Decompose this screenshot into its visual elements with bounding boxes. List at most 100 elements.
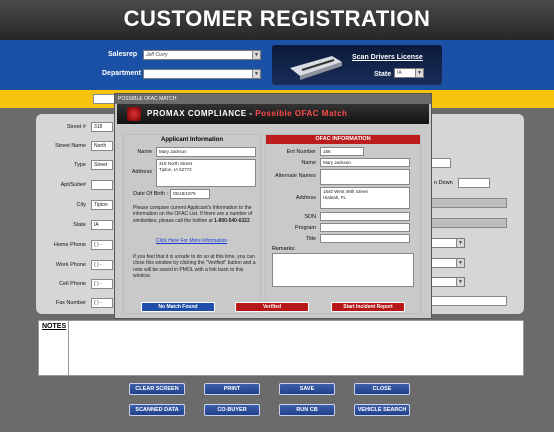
fax-label: Fax Number bbox=[55, 300, 86, 306]
alternate-names-label: Alternate Names bbox=[275, 173, 316, 179]
dialog-title-main: PROMAX COMPLIANCE - bbox=[147, 109, 256, 118]
ofac-address-label: Address bbox=[295, 195, 316, 201]
yellow-field[interactable] bbox=[93, 94, 115, 104]
chevron-down-icon: ▼ bbox=[456, 259, 464, 267]
notes-area[interactable] bbox=[38, 320, 524, 376]
chevron-down-icon: ▼ bbox=[456, 239, 464, 247]
right-select-2[interactable]: ▼ bbox=[431, 258, 465, 268]
street-name-label: Street Name bbox=[55, 143, 86, 149]
save-button[interactable]: SAVE bbox=[279, 383, 335, 395]
department-select[interactable]: ▼ bbox=[143, 69, 261, 79]
work-phone-label: Work Phone bbox=[55, 262, 86, 268]
scanner-panel bbox=[272, 45, 442, 85]
state-label: State bbox=[374, 71, 392, 78]
notes-label: NOTES bbox=[42, 323, 67, 330]
page-title: CUSTOMER REGISTRATION bbox=[123, 6, 431, 31]
scan-drivers-license-link[interactable]: Scan Drivers License bbox=[352, 54, 423, 61]
hotline-number: 1-800-540-6322 bbox=[214, 217, 250, 224]
type-field[interactable]: Street bbox=[91, 160, 113, 170]
state-value-top: IA bbox=[397, 70, 402, 76]
dialog-header: PROMAX COMPLIANCE - Possible OFAC Match bbox=[117, 104, 429, 124]
down-field[interactable] bbox=[458, 178, 490, 188]
right-field-1[interactable] bbox=[431, 158, 451, 168]
ofac-name-label: Name bbox=[301, 160, 316, 166]
salesrep-value: Jeff Curry bbox=[146, 52, 168, 58]
cell-phone-field[interactable]: ( ) - bbox=[91, 279, 113, 289]
program-field[interactable] bbox=[320, 223, 410, 232]
applicant-address-label: Address bbox=[131, 169, 152, 175]
state-field[interactable]: IA bbox=[91, 220, 113, 230]
vehicle-search-button[interactable]: VEHICLE SEARCH bbox=[354, 404, 410, 416]
fax-field[interactable]: ( ) - bbox=[91, 298, 113, 308]
title-field[interactable] bbox=[320, 234, 410, 243]
applicant-section: Applicant Information Name Mary Jackson … bbox=[123, 134, 261, 314]
street-name-field[interactable]: North bbox=[91, 141, 113, 151]
remarks-field[interactable] bbox=[272, 253, 414, 287]
state-label: State bbox=[73, 222, 86, 228]
alternate-names-field[interactable] bbox=[320, 169, 410, 185]
chevron-down-icon: ▼ bbox=[456, 278, 464, 286]
down-label: n Down bbox=[434, 180, 453, 186]
applicant-name-field[interactable]: Mary Jackson bbox=[156, 147, 256, 157]
notes-divider bbox=[68, 320, 69, 376]
chevron-down-icon: ▼ bbox=[252, 51, 260, 59]
scanner-icon bbox=[290, 56, 342, 80]
home-phone-field[interactable]: ( ) - bbox=[91, 240, 113, 250]
right-field-2[interactable] bbox=[431, 198, 507, 208]
applicant-address-field[interactable]: 318 North Street Tipton, IA 52772 bbox=[156, 159, 256, 187]
type-label: Type bbox=[74, 162, 86, 168]
dob-label: Date Of Birth : bbox=[133, 191, 168, 197]
apt-field[interactable] bbox=[91, 180, 113, 190]
street-number-field[interactable]: 318 bbox=[91, 122, 113, 132]
ofac-address-line2: Hialeah, FL bbox=[323, 195, 347, 200]
chevron-down-icon: ▼ bbox=[415, 69, 423, 77]
ofac-name-field[interactable]: Mary Jackson bbox=[320, 158, 410, 167]
dob-field[interactable]: 05/18/1979 bbox=[170, 189, 210, 199]
cell-phone-label: Cell Phone bbox=[59, 281, 86, 287]
title-label: Title bbox=[305, 236, 316, 242]
sdn-label: SDN bbox=[304, 214, 316, 220]
sdn-field[interactable] bbox=[320, 212, 410, 221]
run-cb-button[interactable]: RUN CB bbox=[279, 404, 335, 416]
ofac-heading: OFAC INFORMATION bbox=[266, 135, 420, 144]
state-select-top[interactable]: IA ▼ bbox=[394, 68, 424, 78]
applicant-name-label: Name bbox=[137, 149, 152, 155]
scanned-data-button[interactable]: SCANNED DATA bbox=[129, 404, 185, 416]
salesrep-label: Salesrep bbox=[108, 51, 138, 58]
dialog-titlebar[interactable]: POSSIBLE OFAC MATCH bbox=[115, 94, 431, 104]
salesrep-select[interactable]: Jeff Curry ▼ bbox=[143, 50, 261, 60]
right-field-4[interactable] bbox=[431, 296, 507, 306]
no-match-button[interactable]: No Match Found bbox=[141, 302, 215, 312]
ent-number-label: Ent Number bbox=[286, 149, 316, 155]
dialog-title-warning: Possible OFAC Match bbox=[255, 109, 348, 118]
verified-button[interactable]: Verified bbox=[235, 302, 309, 312]
ofac-section: OFAC INFORMATION Ent Number 166 Name Mar… bbox=[265, 134, 421, 314]
street-number-label: Street # bbox=[66, 124, 86, 130]
ofac-address-field[interactable]: 1640 West 49th Street Hialeah, FL bbox=[320, 187, 410, 209]
right-select-1[interactable]: ▼ bbox=[431, 238, 465, 248]
right-select-3[interactable]: ▼ bbox=[431, 277, 465, 287]
ent-number-field[interactable]: 166 bbox=[320, 147, 364, 156]
close-button[interactable]: CLOSE bbox=[354, 383, 410, 395]
work-phone-field[interactable]: ( ) - bbox=[91, 260, 113, 270]
compare-instructions: Please compare current Applicant's Infor… bbox=[133, 205, 259, 224]
city-label: City bbox=[76, 202, 86, 208]
co-buyer-button[interactable]: CO-BUYER bbox=[204, 404, 260, 416]
home-phone-label: Home Phone bbox=[53, 242, 86, 248]
applicant-address-line2: Tipton, IA 52772 bbox=[159, 167, 192, 172]
dialog-title: PROMAX COMPLIANCE - Possible OFAC Match bbox=[147, 109, 347, 118]
clear-screen-button[interactable]: CLEAR SCREEN bbox=[129, 383, 185, 395]
more-info-link[interactable]: Click Here For More Information bbox=[156, 238, 227, 244]
start-incident-report-button[interactable]: Start Incident Report bbox=[331, 302, 405, 312]
chevron-down-icon: ▼ bbox=[252, 70, 260, 78]
ofac-dialog: POSSIBLE OFAC MATCH PROMAX COMPLIANCE - … bbox=[114, 93, 432, 319]
applicant-heading: Applicant Information bbox=[161, 137, 223, 143]
print-button[interactable]: PRINT bbox=[204, 383, 260, 395]
compliance-seal-icon bbox=[127, 107, 141, 121]
remarks-label: Remarks: bbox=[272, 246, 296, 252]
department-label: Department bbox=[102, 70, 141, 77]
city-field[interactable]: Tipton bbox=[91, 200, 113, 210]
unsafe-text: If you feel that it is unsafe to do so a… bbox=[133, 254, 256, 279]
right-field-3[interactable] bbox=[431, 218, 507, 228]
apt-label: Apt/Suite# bbox=[60, 182, 86, 188]
